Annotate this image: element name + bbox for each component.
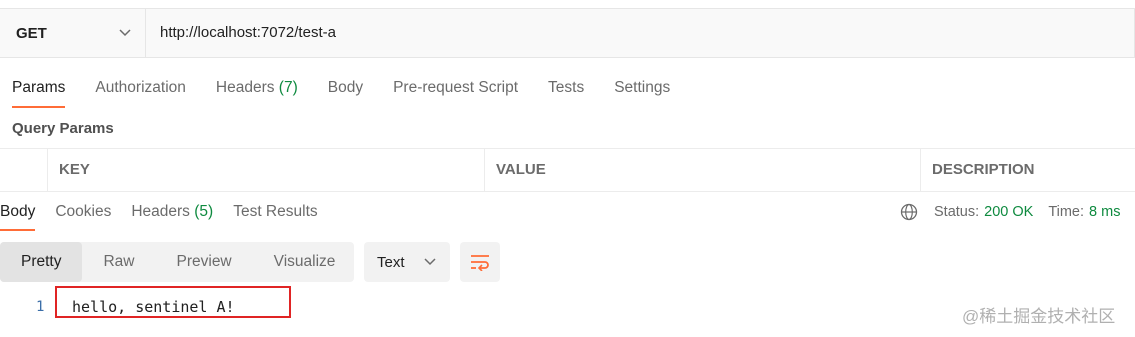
request-tabs: Params Authorization Headers (7) Body Pr… [0,70,700,110]
query-params-title: Query Params [12,120,114,137]
view-preview[interactable]: Preview [156,242,253,282]
tab-label: Test Results [233,203,318,220]
view-visualize[interactable]: Visualize [253,242,357,282]
tab-label: Body [0,203,36,220]
column-key: KEY [47,149,484,191]
format-label: Text [377,253,405,271]
watermark: @稀土掘金技术社区 [962,307,1116,326]
column-value: VALUE [484,149,920,191]
time-value[interactable]: 8 ms [1089,204,1120,220]
response-tab-test-results[interactable]: Test Results [233,195,317,229]
response-status: Status: 200 OK Time: 8 ms [900,203,1120,221]
method-select[interactable]: GET [0,9,146,57]
response-tabs: Body Cookies Headers (5) Test Results [0,195,338,231]
tab-pre-request-script[interactable]: Pre-request Script [393,70,518,106]
wrap-lines-icon [471,255,489,271]
view-pretty[interactable]: Pretty [0,242,83,282]
chevron-down-icon [119,29,131,37]
status-value[interactable]: 200 OK [984,204,1033,220]
tab-label: Params [12,79,66,96]
view-mode-toggle: Pretty Raw Preview Visualize [0,242,354,282]
wrap-lines-button[interactable] [460,242,500,282]
tab-label: Tests [548,79,585,96]
url-bar: GET http://localhost:7072/test-a [0,8,1135,58]
view-raw[interactable]: Raw [82,242,155,282]
response-tab-headers[interactable]: Headers (5) [131,195,213,229]
tab-label: Settings [614,79,671,96]
chevron-down-icon [424,258,436,266]
column-description: DESCRIPTION [920,149,1135,191]
tab-body[interactable]: Body [328,70,363,106]
format-select[interactable]: Text [364,242,450,282]
params-table-header: KEY VALUE DESCRIPTION [0,148,1135,192]
line-number: 1 [36,299,45,315]
globe-icon[interactable] [900,203,918,221]
tab-headers[interactable]: Headers (7) [216,70,298,106]
time-label: Time: [1048,204,1085,220]
response-tab-body[interactable]: Body [0,195,36,231]
tab-label: Pre-request Script [393,79,519,96]
response-tab-cookies[interactable]: Cookies [55,195,111,229]
tab-label: Cookies [55,203,112,220]
tab-params[interactable]: Params [12,70,66,108]
tab-label: Headers [131,203,190,220]
tab-label: Headers [215,79,275,96]
tab-authorization[interactable]: Authorization [95,70,185,106]
method-label: GET [16,24,47,42]
tab-label: Body [327,79,364,96]
url-input[interactable]: http://localhost:7072/test-a [160,9,336,57]
tab-count: (5) [194,203,214,220]
tab-tests[interactable]: Tests [548,70,584,106]
tab-settings[interactable]: Settings [614,70,670,106]
tab-label: Authorization [95,79,186,96]
status-label: Status: [934,204,980,220]
tab-count: (7) [278,79,298,96]
highlight-box [55,286,291,318]
